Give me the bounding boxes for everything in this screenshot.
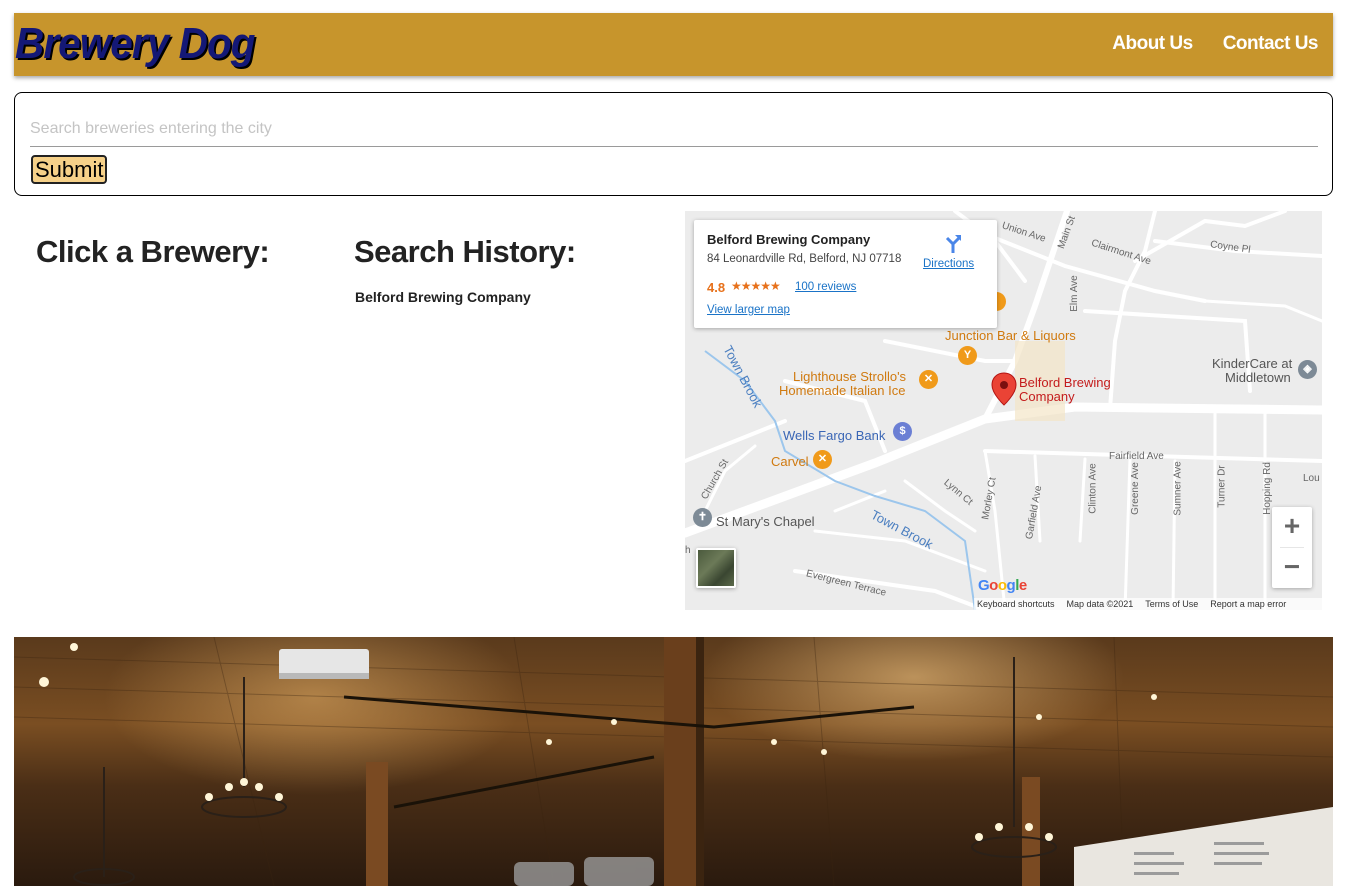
zoom-in-button[interactable]: + (1272, 507, 1312, 547)
zoom-out-button[interactable]: − (1272, 548, 1312, 588)
chapel-label[interactable]: St Mary's Chapel (716, 514, 815, 529)
place-rating: 4.8 (707, 280, 726, 295)
directions-link[interactable]: Directions (923, 258, 974, 270)
kindercare-label-2[interactable]: Middletown (1225, 370, 1291, 385)
submit-button[interactable]: Submit (31, 155, 108, 184)
street-label: Fairfield Ave (1109, 451, 1164, 462)
church-icon[interactable]: ✝ (693, 508, 712, 527)
search-history-heading: Search History: (354, 234, 576, 269)
place-info-card: Belford Brewing Company 84 Leonardville … (694, 220, 997, 328)
city-search-input[interactable] (30, 111, 1318, 147)
satellite-toggle-button[interactable] (696, 548, 736, 588)
school-icon[interactable]: ◈ (1298, 360, 1317, 379)
street-label: Turner Dr (1216, 465, 1228, 508)
street-label: Sumner Ave (1172, 461, 1184, 516)
brewery-interior-photo (14, 637, 1333, 886)
place-address: 84 Leonardville Rd, Belford, NJ 07718 (707, 253, 902, 265)
nav-contact-us[interactable]: Contact Us (1223, 33, 1319, 55)
history-item[interactable]: Belford Brewing Company (355, 289, 531, 305)
place-name: Belford Brewing Company (707, 232, 871, 247)
map-data-label: Map data ©2021 (1066, 599, 1134, 609)
ice-cream-icon[interactable]: ✕ (813, 450, 832, 469)
wells-fargo-label[interactable]: Wells Fargo Bank (783, 428, 885, 443)
brewery-interior-illustration (14, 637, 1333, 886)
reviews-link[interactable]: 100 reviews (795, 281, 856, 293)
page: Brewery Dog About Us Contact Us Submit C… (0, 0, 1347, 886)
search-form: Submit (14, 92, 1333, 196)
report-map-error-link[interactable]: Report a map error (1210, 598, 1286, 610)
street-label: Lou (1303, 473, 1320, 484)
google-logo: Google (978, 577, 1027, 594)
street-label: h (685, 545, 691, 556)
carvel-label[interactable]: Carvel (771, 454, 809, 469)
brewery-list-heading: Click a Brewery: (36, 234, 270, 269)
belford-label-2[interactable]: Company (1019, 389, 1075, 404)
brewery-map[interactable]: Junction Bar & Liquors Y · Lighthouse St… (685, 211, 1322, 610)
terms-of-use-link[interactable]: Terms of Use (1145, 598, 1198, 610)
star-rating-icon: ★★★★★ (731, 279, 781, 293)
brand-logo[interactable]: Brewery Dog (15, 19, 256, 69)
view-larger-map-link[interactable]: View larger map (707, 304, 790, 316)
header-bar: Brewery Dog About Us Contact Us (14, 13, 1333, 76)
map-footer: Keyboard shortcuts Map data ©2021 Terms … (974, 598, 1322, 610)
nav-about-us[interactable]: About Us (1112, 33, 1193, 55)
restaurant-icon[interactable]: ✕ (919, 370, 938, 389)
street-label: Elm Ave (1068, 275, 1080, 312)
keyboard-shortcuts-link[interactable]: Keyboard shortcuts (977, 598, 1055, 610)
bar-icon[interactable]: Y (958, 346, 977, 365)
street-label: Greene Ave (1129, 462, 1141, 515)
bank-icon[interactable]: $ (893, 422, 912, 441)
belford-label-1[interactable]: Belford Brewing (1019, 375, 1111, 390)
lighthouse-label-2[interactable]: Homemade Italian Ice (779, 383, 905, 398)
location-marker-icon[interactable] (991, 372, 1017, 406)
directions-icon[interactable] (942, 232, 964, 254)
kindercare-label-1[interactable]: KinderCare at (1212, 356, 1292, 371)
lighthouse-label-1[interactable]: Lighthouse Strollo's (793, 369, 906, 384)
nav-links: About Us Contact Us (1112, 33, 1318, 55)
search-history-list: Belford Brewing Company (355, 289, 531, 305)
street-label: Clinton Ave (1087, 463, 1099, 514)
junction-bar-label[interactable]: Junction Bar & Liquors (945, 328, 1076, 343)
zoom-control: + − (1272, 507, 1312, 588)
